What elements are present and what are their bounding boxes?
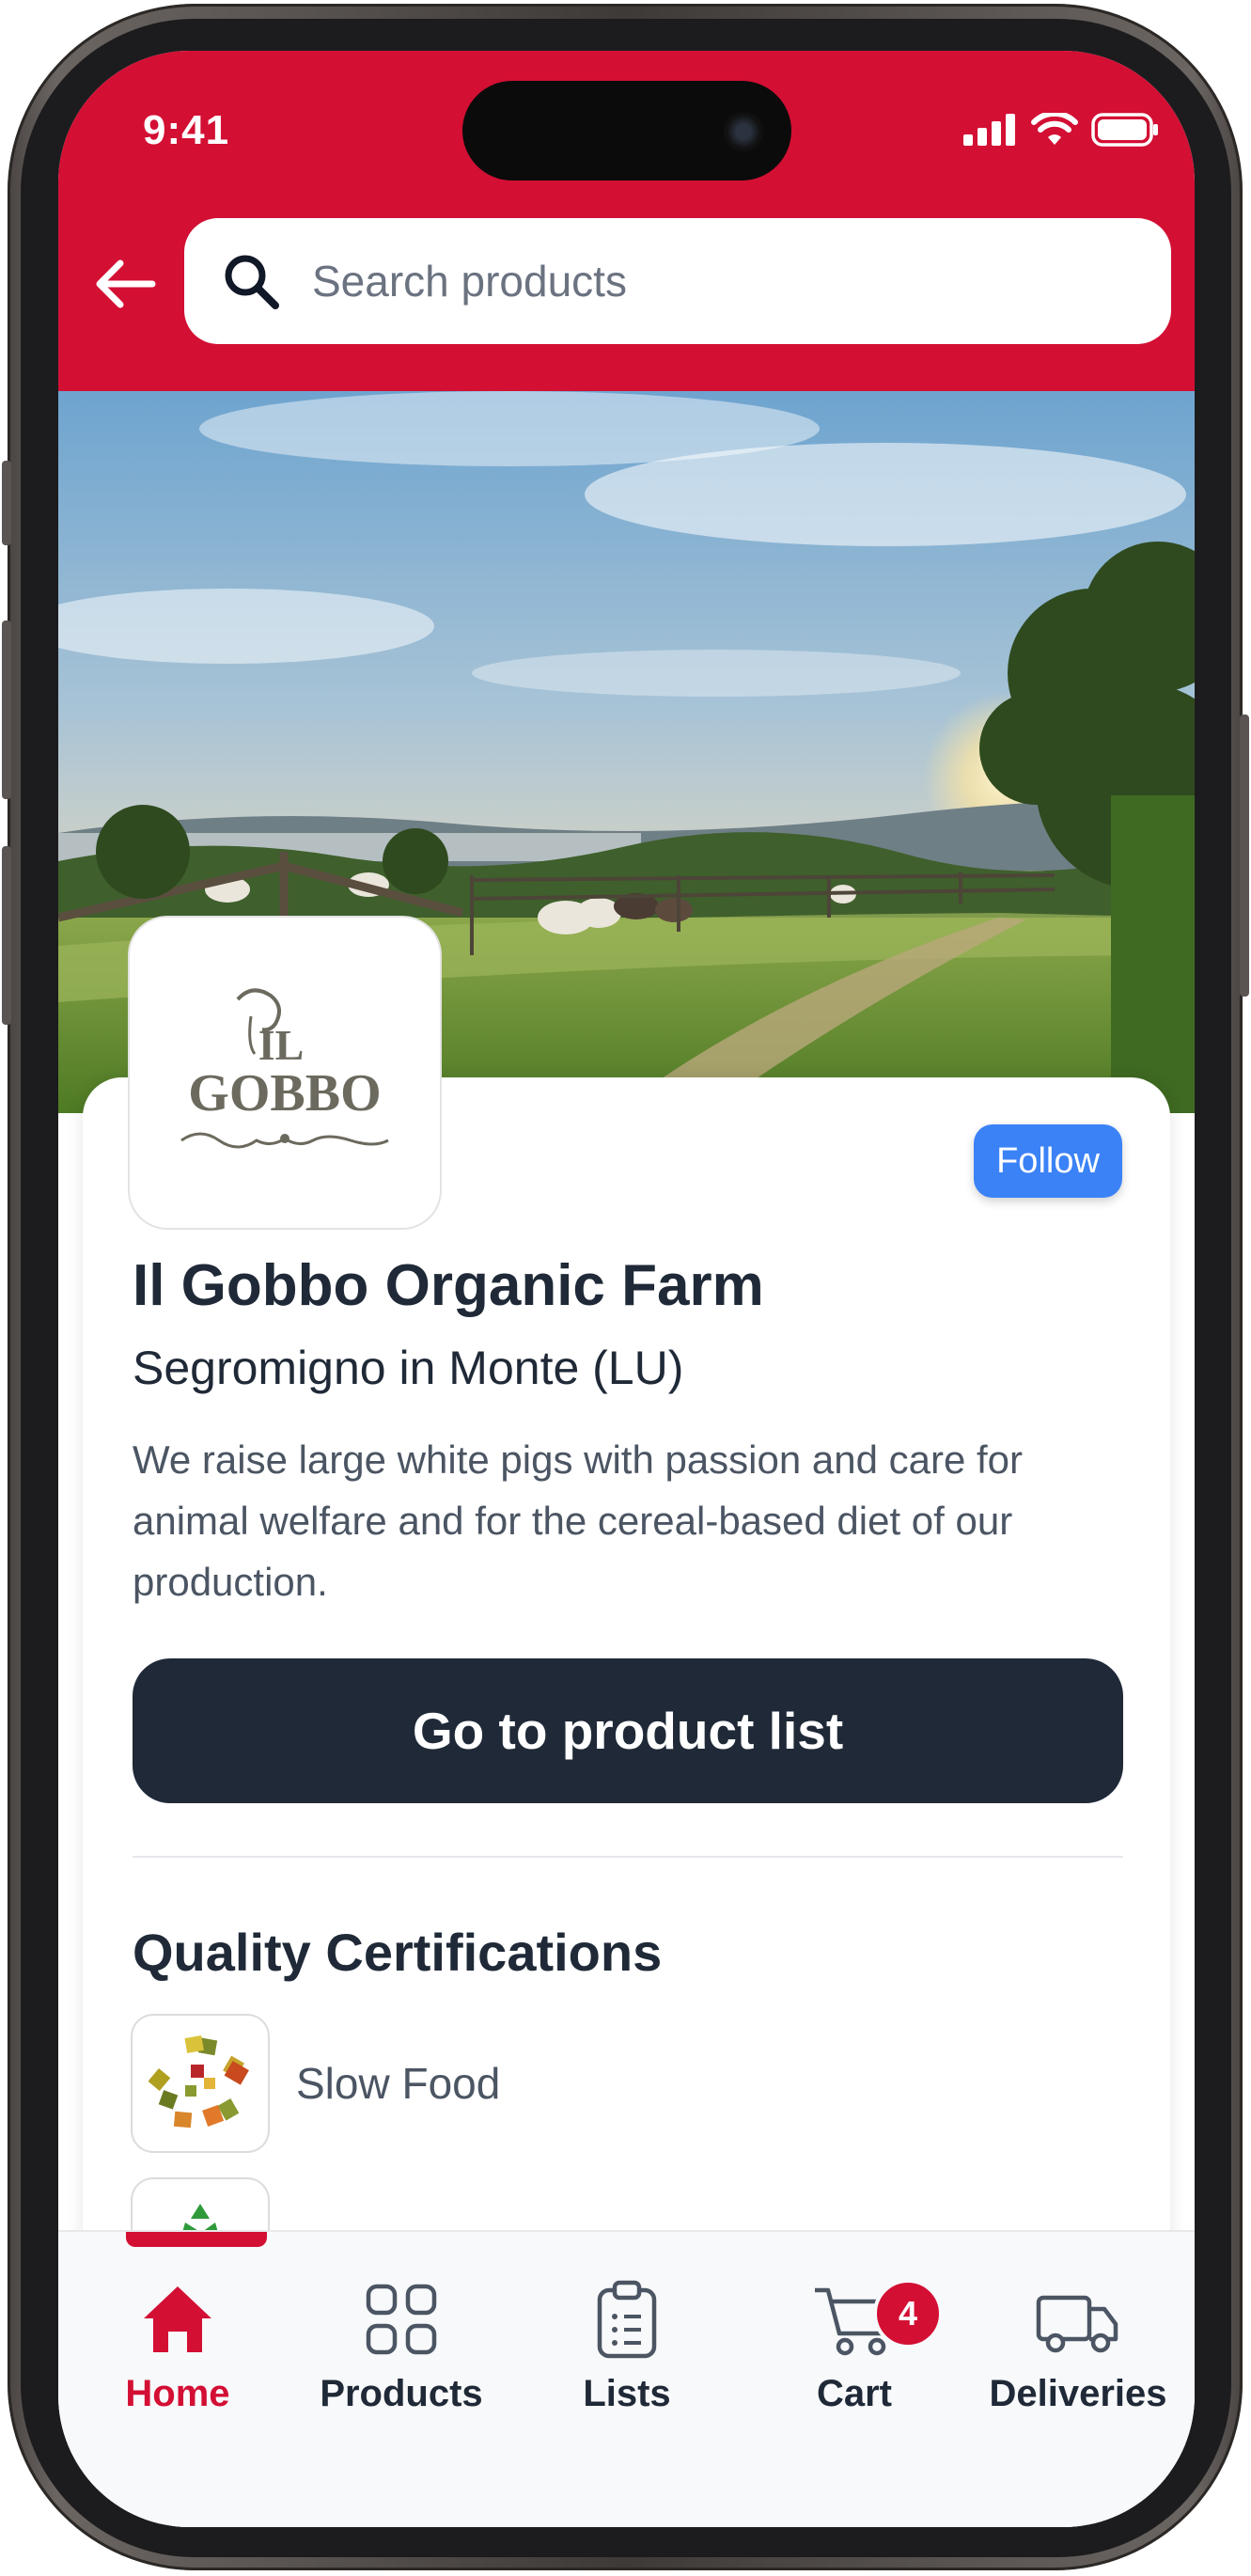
tab-deliveries[interactable]: Deliveries (965, 2279, 1191, 2415)
phone-side-button (2, 461, 11, 545)
producer-name: Il Gobbo Organic Farm (133, 1253, 764, 1318)
active-tab-indicator (126, 2232, 267, 2247)
truck-icon (1036, 2295, 1118, 2353)
search-input[interactable] (310, 255, 1113, 307)
app-screen: 9:41 Search products IL GOBBO Follow Il … (58, 51, 1195, 2527)
cart-badge: 4 (873, 2279, 943, 2348)
producer-location: Segromigno in Monte (LU) (133, 1342, 684, 1394)
phone-side-button (2, 620, 11, 799)
certifications-title: Quality Certifications (133, 1923, 663, 1982)
tab-home[interactable]: Home (65, 2279, 290, 2415)
bottom-tab-bar: Home Products Lists 4 Cart Deliveries (58, 2230, 1195, 2527)
producer-description: We raise large white pigs with passion a… (133, 1437, 1024, 1604)
go-to-product-list-button[interactable]: Go to product list (133, 1658, 1123, 1803)
svg-text:IL: IL (258, 1021, 305, 1069)
home-icon (144, 2286, 211, 2352)
status-icons (963, 113, 1159, 147)
certification-item[interactable]: Slow Food (133, 2016, 500, 2151)
phone-side-button (2, 846, 11, 1025)
tab-cart[interactable]: 4 Cart (742, 2279, 967, 2415)
signal-icon (963, 114, 1015, 146)
svg-text:GOBBO: GOBBO (188, 1064, 381, 1123)
certification-label: Slow Food (296, 2059, 501, 2108)
slow-food-logo (133, 2016, 268, 2151)
il-gobbo-logo: IL GOBBO (180, 988, 389, 1149)
dynamic-island (462, 81, 791, 181)
battery-icon (1091, 113, 1158, 147)
app-header: 9:41 (58, 51, 1195, 391)
grid-icon (366, 2284, 437, 2355)
tab-lists[interactable]: Lists (514, 2279, 740, 2415)
arrow-left-icon (96, 259, 156, 308)
divider (133, 1856, 1123, 1858)
follow-button[interactable]: Follow (974, 1124, 1122, 1198)
wifi-icon (1031, 113, 1078, 145)
search-icon (225, 255, 279, 309)
tab-products[interactable]: Products (289, 2279, 514, 2415)
phone-side-button (1240, 715, 1249, 997)
clipboard-icon (597, 2280, 657, 2359)
search-bar[interactable] (184, 218, 1171, 344)
back-button[interactable] (86, 246, 162, 322)
status-time: 9:41 (143, 107, 230, 153)
producer-logo: IL GOBBO (130, 918, 440, 1228)
